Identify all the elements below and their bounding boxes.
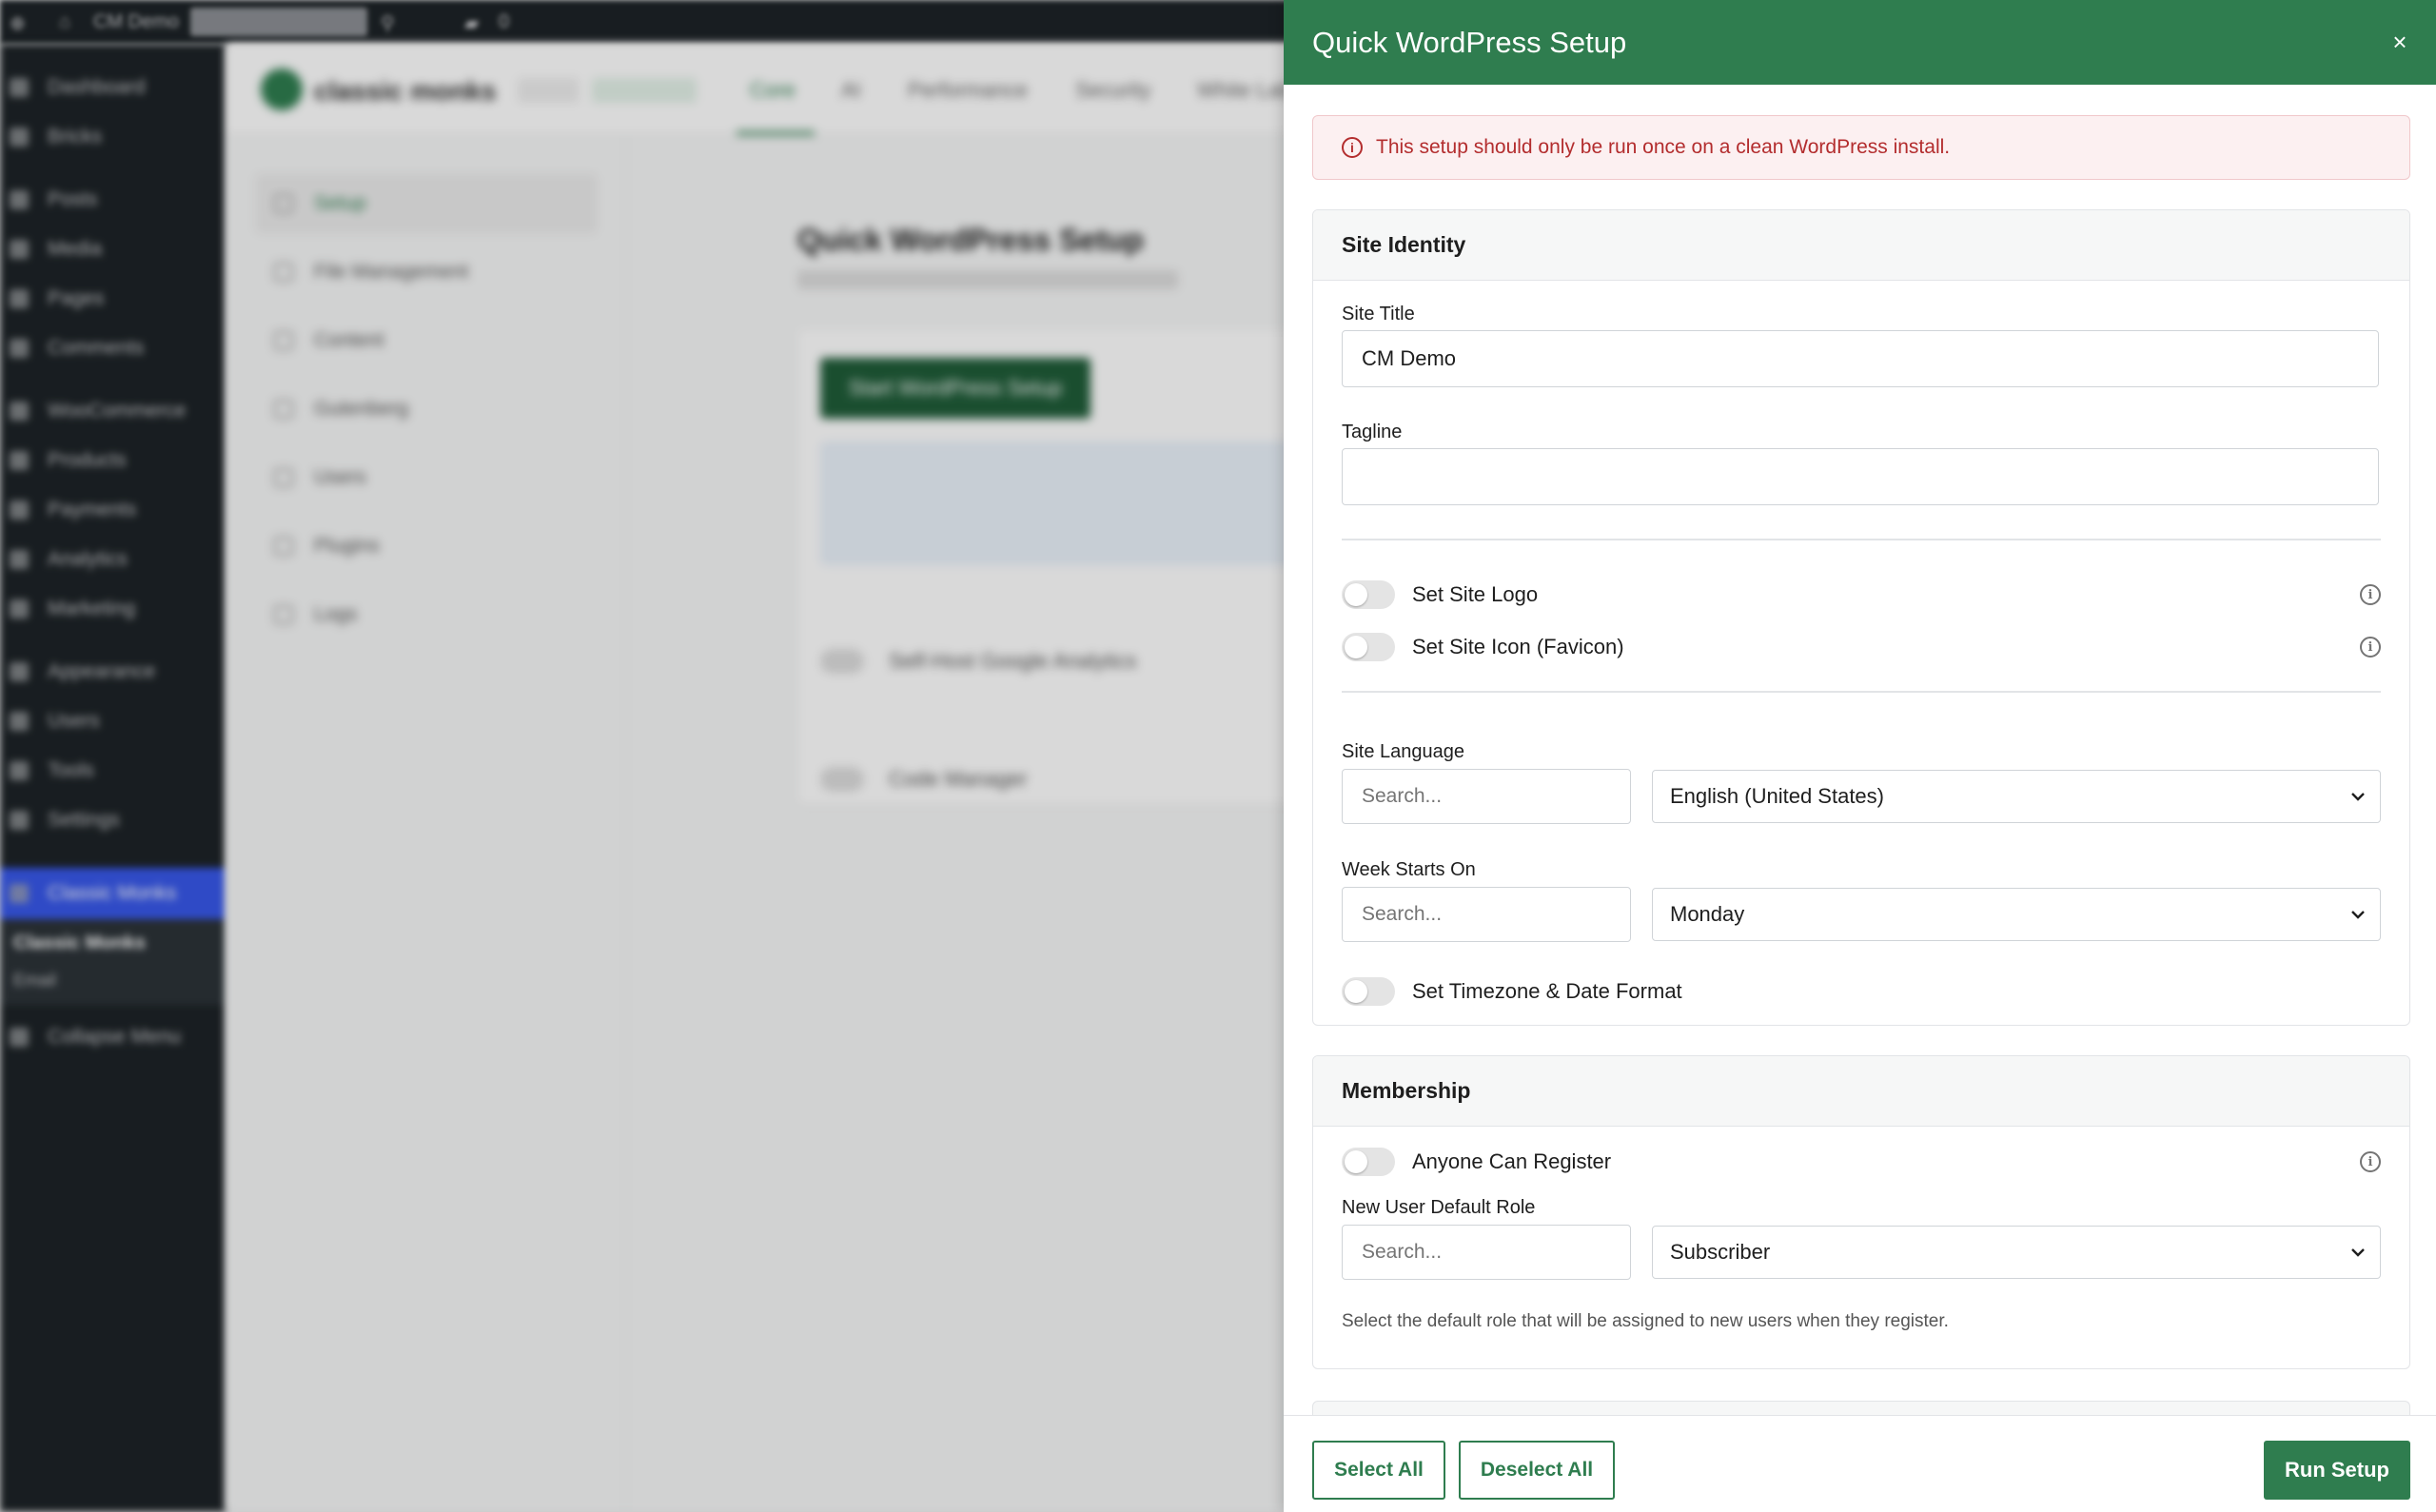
week-select[interactable]: Monday: [1652, 888, 2381, 941]
membership-heading: Membership: [1313, 1056, 2409, 1127]
site-title-label: Site Title: [1342, 304, 1415, 324]
anyone-can-register-toggle[interactable]: [1342, 1148, 1395, 1176]
tagline-input[interactable]: [1342, 448, 2379, 505]
chevron-down-icon: [2351, 911, 2365, 919]
anyone-can-register-label: Anyone Can Register: [1412, 1149, 1612, 1173]
next-section-card: [1312, 1401, 2410, 1415]
role-select[interactable]: Subscriber: [1652, 1226, 2381, 1279]
site-title-input[interactable]: CM Demo: [1342, 330, 2379, 387]
membership-card: Membership Anyone Can Register i New Use…: [1312, 1055, 2410, 1369]
site-identity-card: Site Identity Site Title CM Demo Tagline…: [1312, 209, 2410, 1026]
language-search-input[interactable]: Search...: [1342, 769, 1631, 824]
drawer-title: Quick WordPress Setup: [1312, 25, 1627, 59]
chevron-down-icon: [2351, 1248, 2365, 1257]
timezone-toggle[interactable]: [1342, 977, 1395, 1006]
info-icon[interactable]: i: [2360, 1151, 2381, 1172]
drawer-footer: Select All Deselect All Run Setup: [1284, 1415, 2436, 1512]
close-icon[interactable]: ×: [2383, 25, 2417, 59]
warning-notice: i This setup should only be run once on …: [1312, 115, 2410, 180]
language-select-value: English (United States): [1670, 784, 1884, 808]
role-search-input[interactable]: Search...: [1342, 1225, 1631, 1280]
anyone-can-register-row: Anyone Can Register i: [1342, 1146, 2381, 1178]
divider: [1342, 691, 2381, 693]
timezone-label: Set Timezone & Date Format: [1412, 979, 1682, 1003]
info-icon[interactable]: i: [2360, 637, 2381, 658]
site-logo-toggle[interactable]: [1342, 580, 1395, 609]
divider: [1342, 539, 2381, 540]
week-search-input[interactable]: Search...: [1342, 887, 1631, 942]
role-select-value: Subscriber: [1670, 1240, 1771, 1264]
deselect-all-button[interactable]: Deselect All: [1459, 1441, 1615, 1500]
site-language-label: Site Language: [1342, 741, 1465, 762]
week-starts-label: Week Starts On: [1342, 859, 1476, 880]
tagline-label: Tagline: [1342, 422, 1403, 442]
quick-setup-drawer: Quick WordPress Setup × i This setup sho…: [1284, 0, 2436, 1512]
site-icon-toggle[interactable]: [1342, 633, 1395, 661]
language-select[interactable]: English (United States): [1652, 770, 2381, 823]
notice-text: This setup should only be run once on a …: [1376, 136, 1951, 158]
week-select-value: Monday: [1670, 902, 1745, 926]
role-help-text: Select the default role that will be ass…: [1342, 1311, 1949, 1331]
site-identity-heading: Site Identity: [1313, 210, 2409, 281]
site-logo-label: Set Site Logo: [1412, 582, 1539, 606]
info-circle-icon: i: [1342, 137, 1363, 158]
default-role-label: New User Default Role: [1342, 1197, 1536, 1218]
drawer-header: Quick WordPress Setup ×: [1284, 0, 2436, 85]
site-icon-label: Set Site Icon (Favicon): [1412, 635, 1624, 658]
timezone-row: Set Timezone & Date Format: [1342, 975, 2381, 1008]
chevron-down-icon: [2351, 793, 2365, 801]
info-icon[interactable]: i: [2360, 584, 2381, 605]
site-icon-row: Set Site Icon (Favicon) i: [1342, 631, 2381, 663]
drawer-body[interactable]: i This setup should only be run once on …: [1284, 85, 2436, 1415]
site-logo-row: Set Site Logo i: [1342, 579, 2381, 611]
select-all-button[interactable]: Select All: [1312, 1441, 1445, 1500]
run-setup-button[interactable]: Run Setup: [2264, 1441, 2410, 1500]
